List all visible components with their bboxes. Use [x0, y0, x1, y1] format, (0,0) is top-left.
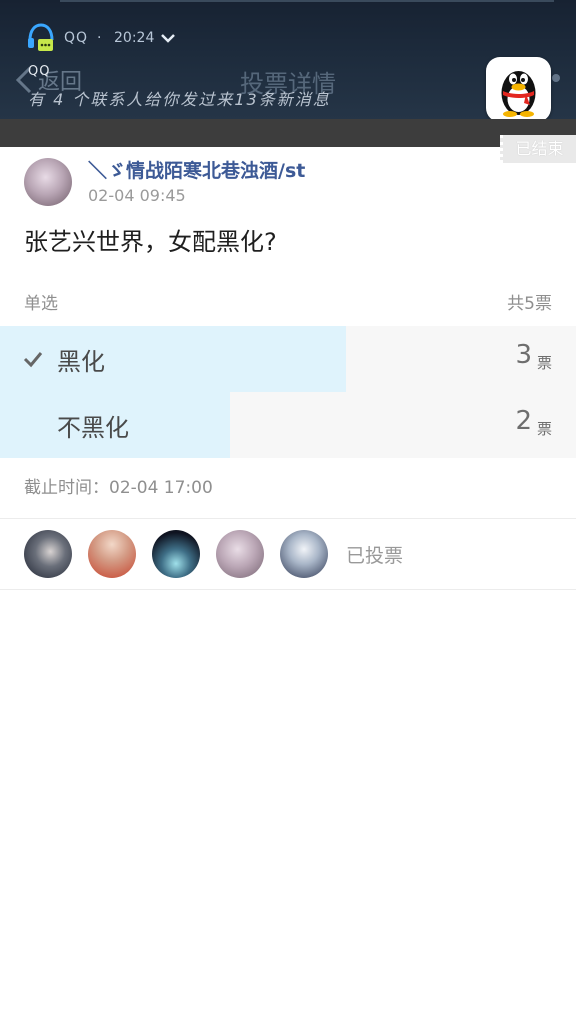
- poll-option-count: 3: [515, 340, 532, 370]
- header-shadow-strip: [0, 119, 576, 147]
- voter-avatar[interactable]: [152, 530, 200, 578]
- poll-option[interactable]: 不黑化 2 票: [0, 392, 576, 458]
- voter-avatar[interactable]: [216, 530, 264, 578]
- qq-app-icon[interactable]: [486, 57, 551, 122]
- author-name[interactable]: ＼ゞ情战陌寒北巷浊酒/st: [88, 156, 305, 183]
- poll-deadline: 截止时间：02-04 17:00: [24, 478, 213, 498]
- poll-total-votes: 共5票: [507, 294, 552, 314]
- notification-time: 20:24: [114, 30, 155, 46]
- voter-avatar[interactable]: [88, 530, 136, 578]
- voter-list[interactable]: 已投票: [24, 530, 403, 578]
- header-divider: [60, 0, 554, 2]
- notification-title: QQ: [28, 64, 51, 79]
- more-dot[interactable]: [552, 74, 560, 82]
- voter-avatar[interactable]: [280, 530, 328, 578]
- divider: [0, 518, 576, 519]
- poll-option-fill: [0, 326, 346, 392]
- poll-option-label: 黑化: [57, 348, 105, 376]
- status-badge-label: 已结束: [515, 139, 564, 158]
- author-row: ＼ゞ情战陌寒北巷浊酒/st 02-04 09:45: [24, 158, 554, 208]
- poll-question: 张艺兴世界，女配黑化?: [24, 228, 277, 256]
- divider: [0, 589, 576, 590]
- poll-option-label: 不黑化: [57, 414, 129, 442]
- chevron-down-icon[interactable]: [160, 31, 176, 45]
- author-avatar[interactable]: [24, 158, 72, 206]
- checkmark-icon: [23, 352, 43, 368]
- headset-chat-icon: [28, 23, 54, 51]
- poll-option-count: 2: [515, 406, 532, 436]
- poll-option-unit: 票: [536, 354, 552, 372]
- notification-separator: ·: [97, 30, 102, 46]
- voted-label: 已投票: [346, 544, 404, 567]
- post-time: 02-04 09:45: [88, 186, 186, 205]
- poll-option-unit: 票: [536, 420, 552, 438]
- notification-body[interactable]: 有 4 个联系人给你发过来13条新消息: [28, 86, 331, 110]
- qq-penguin-icon: [501, 71, 536, 117]
- poll-mode-label: 单选: [24, 294, 58, 314]
- poll-option[interactable]: 黑化 3 票: [0, 326, 576, 392]
- app-header: 返回 投票详情 QQ · 20:24 QQ 有 4 个联系人给你发过来13条新消…: [0, 0, 576, 122]
- notification-app-name: QQ: [64, 30, 89, 46]
- voter-avatar[interactable]: [24, 530, 72, 578]
